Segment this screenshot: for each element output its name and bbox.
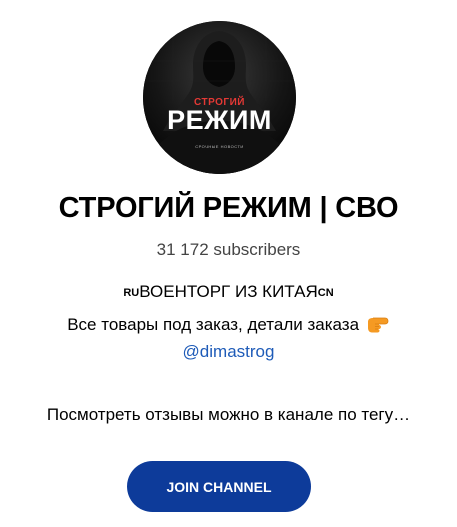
- channel-avatar: СТРОГИЙ РЕЖИМ СРОЧНЫЕ НОВОСТИ: [143, 21, 296, 174]
- pointing-hand-icon: [366, 313, 390, 338]
- description-line-1-text: ВОЕНТОРГ ИЗ КИТАЯ: [139, 282, 318, 301]
- avatar-main-word: РЕЖИМ: [167, 105, 272, 135]
- subscriber-count: 31 172 subscribers: [156, 240, 301, 259]
- ru-flag-label: RU: [123, 287, 140, 299]
- mention-link[interactable]: @dimastrog: [183, 342, 275, 361]
- join-channel-button[interactable]: JOIN CHANNEL: [127, 461, 311, 512]
- description-line-4: Посмотреть отзывы можно в канале по тегу…: [46, 405, 411, 424]
- cn-flag-label: CN: [317, 287, 334, 299]
- channel-title: СТРОГИЙ РЕЖИМ | СВО: [58, 192, 399, 224]
- description-line-1: RUВОЕНТОРГ ИЗ КИТАЯCN: [0, 282, 457, 302]
- description-line-2-text: Все товары под заказ, детали заказа: [67, 315, 360, 334]
- description-mention-line: @dimastrog: [0, 342, 457, 362]
- avatar-tagline: СРОЧНЫЕ НОВОСТИ: [195, 144, 244, 149]
- description-line-2: Все товары под заказ, детали заказа: [0, 313, 457, 338]
